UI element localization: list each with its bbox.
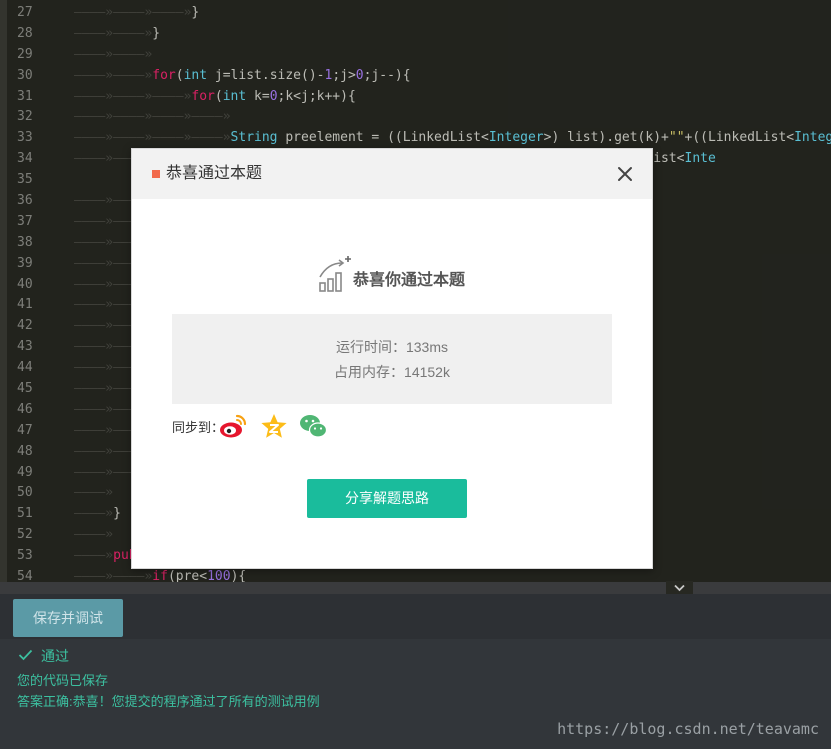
- code-saved-message: 您的代码已保存: [17, 673, 109, 688]
- save-and-debug-button[interactable]: 保存并调试: [13, 599, 123, 637]
- runtime-text: 运行时间：133ms: [335, 339, 449, 355]
- watermark-url: https://blog.csdn.net/teavamc: [557, 720, 819, 738]
- sync-label: 同步到：: [172, 420, 225, 435]
- share-solution-button[interactable]: 分享解题思路: [307, 479, 467, 518]
- editor-toolbar: 保存并调试: [0, 594, 831, 639]
- pass-status: 通过: [41, 648, 69, 664]
- check-icon: [18, 649, 33, 661]
- title-marker: [152, 170, 160, 178]
- weibo-icon[interactable]: [219, 413, 247, 439]
- chart-growth-icon: [319, 256, 351, 292]
- success-dialog: 恭喜通过本题 恭喜你通过本题 运行时间：133ms 占用内存：14152k 同步…: [131, 148, 653, 569]
- result-summary: 运行时间：133ms 占用内存：14152k: [172, 314, 612, 404]
- memory-text: 占用内存：14152k: [334, 364, 450, 380]
- dialog-title: 恭喜通过本题: [166, 165, 263, 182]
- wechat-icon[interactable]: [299, 413, 327, 439]
- chevron-down-icon: [674, 584, 685, 592]
- dialog-header: 恭喜通过本题: [132, 149, 652, 199]
- panel-divider[interactable]: [0, 582, 831, 594]
- success-heading: 恭喜你通过本题: [353, 272, 466, 289]
- result-console: 通过 您的代码已保存 答案正确:恭喜！您提交的程序通过了所有的测试用例 http…: [0, 639, 831, 749]
- qzone-icon[interactable]: [260, 413, 288, 439]
- close-icon[interactable]: [616, 165, 634, 183]
- panel-collapse-toggle[interactable]: [666, 581, 693, 595]
- test-result-message: 答案正确:恭喜！您提交的程序通过了所有的测试用例: [17, 694, 320, 709]
